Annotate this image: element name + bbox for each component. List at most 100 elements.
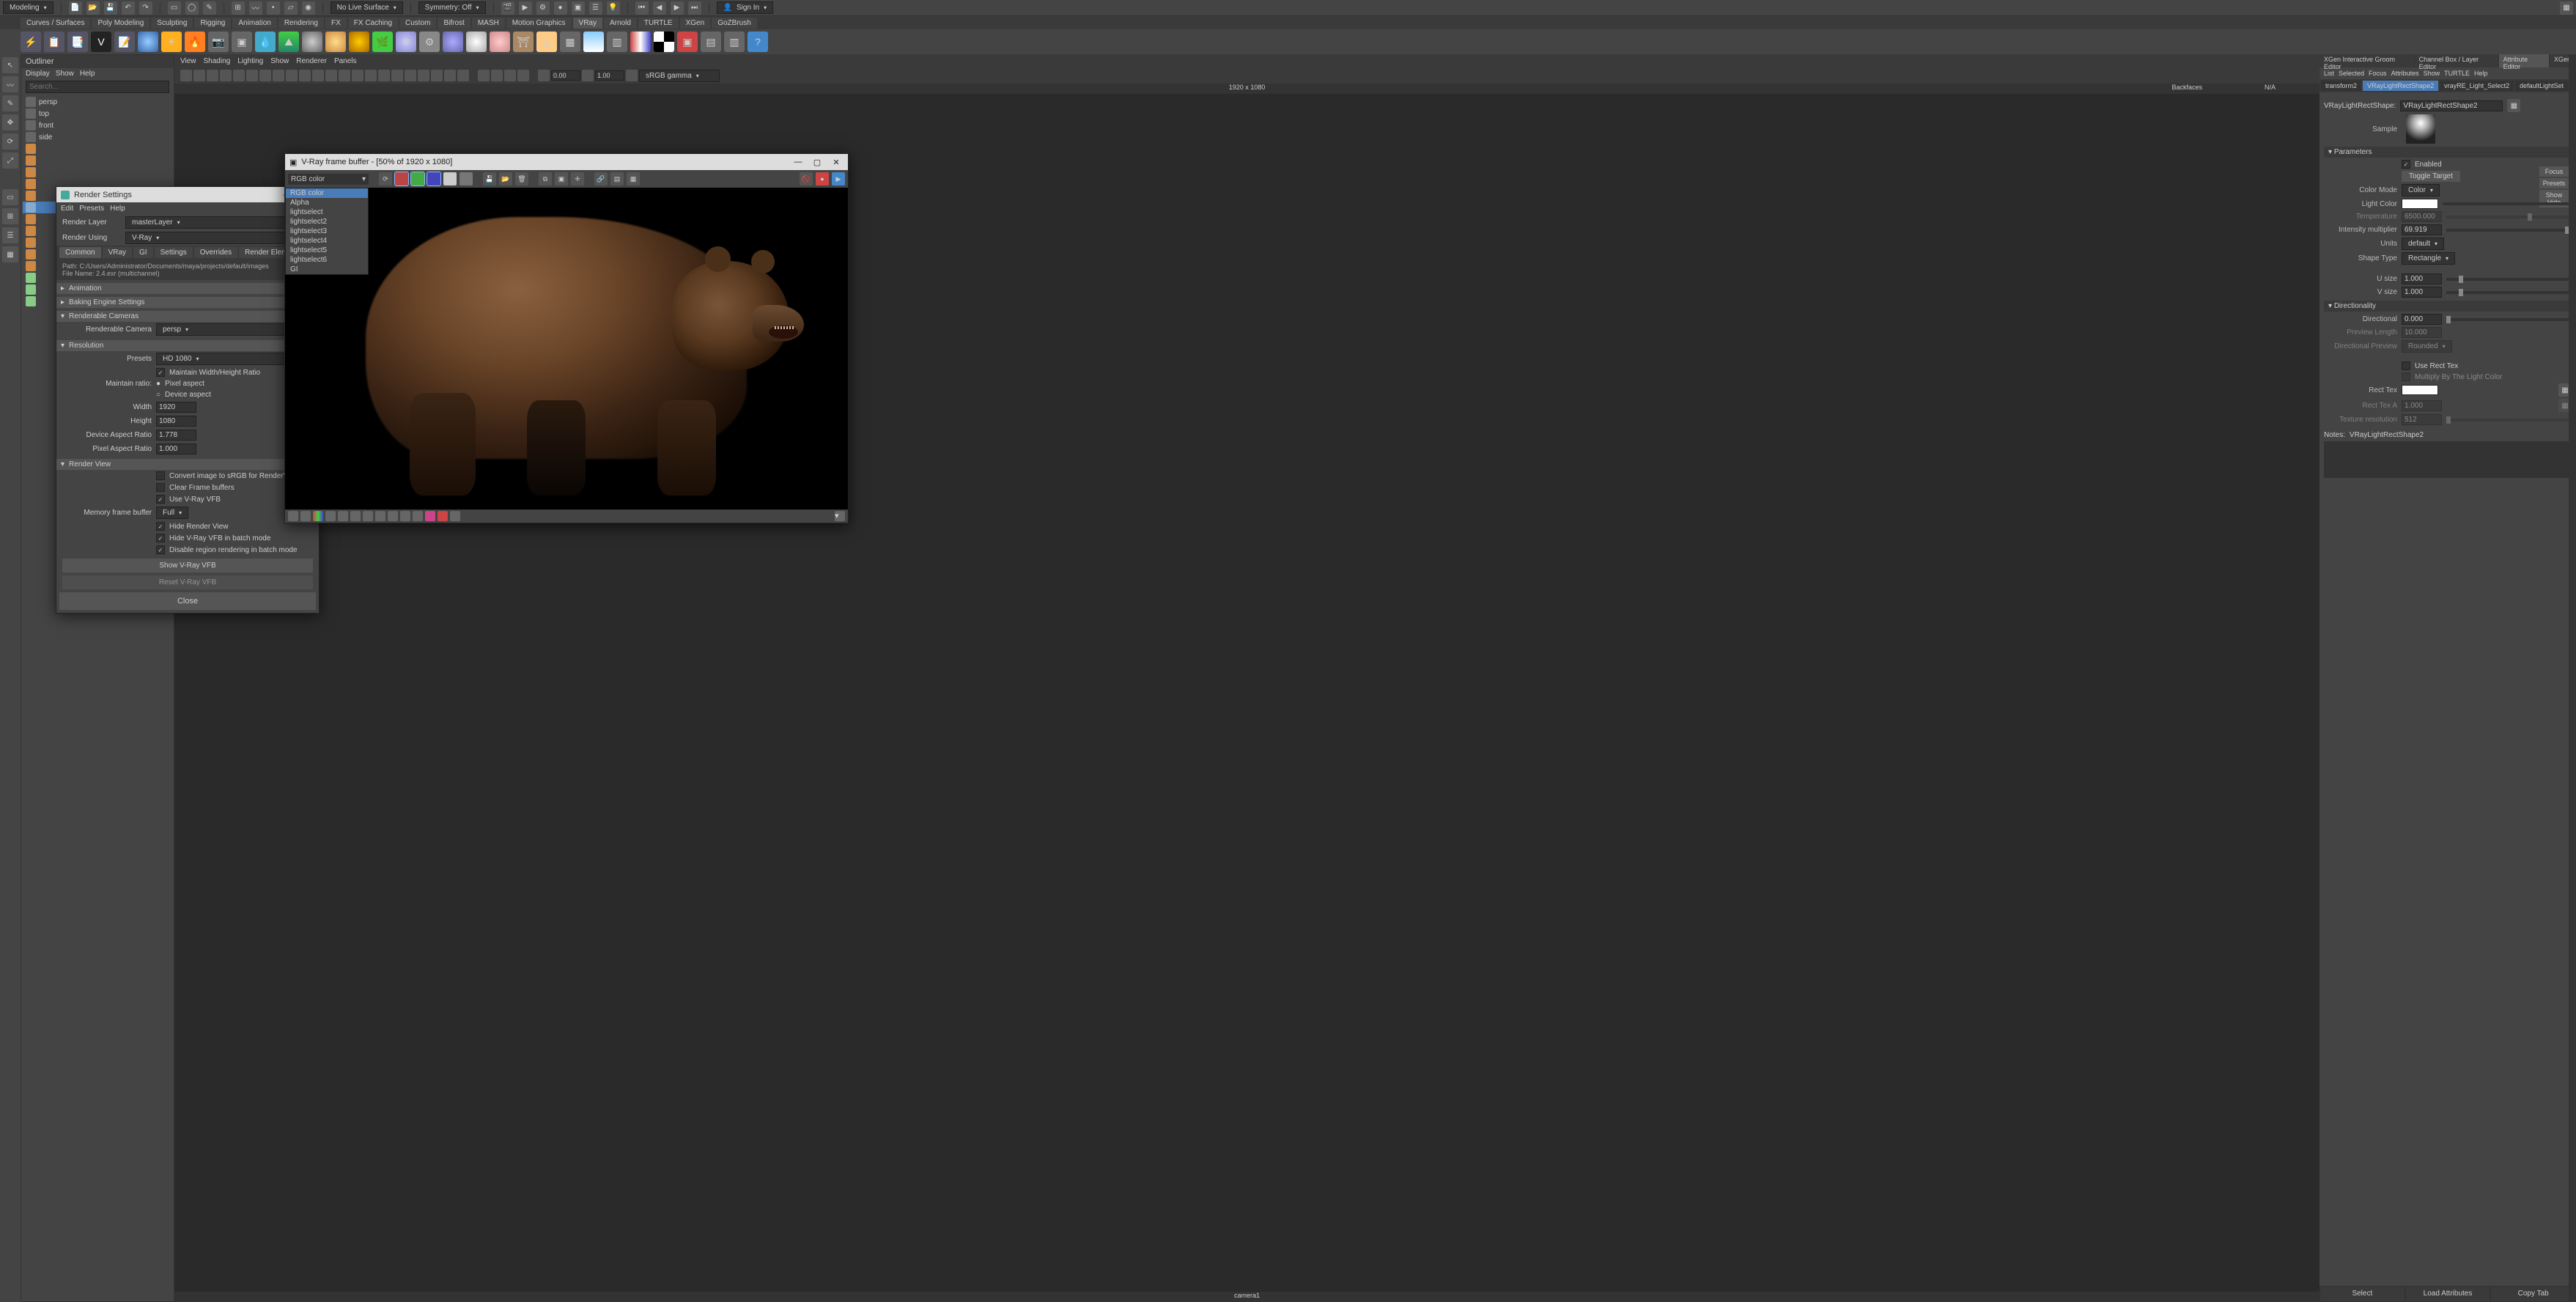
width-input[interactable] xyxy=(156,402,196,413)
vp-tool-icon[interactable] xyxy=(478,70,490,81)
directional-slider[interactable] xyxy=(2446,318,2572,321)
playback-start-icon[interactable]: ⏮ xyxy=(635,1,649,15)
outliner-item[interactable]: side xyxy=(23,131,172,143)
redo-icon[interactable]: ↷ xyxy=(139,1,152,15)
vray-shelf-icon[interactable] xyxy=(349,32,369,52)
shelf-tab[interactable]: Poly Modeling xyxy=(92,18,150,29)
vray-shelf-icon[interactable]: ▣ xyxy=(232,32,252,52)
usize-input[interactable] xyxy=(2402,273,2442,284)
intensity-slider[interactable] xyxy=(2446,229,2572,232)
vray-shelf-icon[interactable]: 📑 xyxy=(67,32,88,52)
shelf-tab[interactable]: Arnold xyxy=(604,18,637,29)
vray-shelf-icon[interactable]: ⚡ xyxy=(21,32,41,52)
rs-menu-edit[interactable]: Edit xyxy=(61,205,73,213)
vp-tool-icon[interactable] xyxy=(491,70,503,81)
vray-shelf-icon[interactable]: ▥ xyxy=(607,32,627,52)
blue-channel-icon[interactable] xyxy=(427,172,440,185)
stop-render-icon[interactable]: 🚫 xyxy=(800,172,813,185)
alpha-channel-icon[interactable] xyxy=(443,172,457,185)
intensity-input[interactable] xyxy=(2402,224,2442,235)
lasso-tool-icon[interactable]: 〰 xyxy=(2,76,18,92)
layout-outliner-icon[interactable]: ☰ xyxy=(2,227,18,243)
node-tab[interactable]: vrayRE_Light_Select2 xyxy=(2440,81,2514,91)
clone-icon[interactable]: ⧉ xyxy=(539,172,552,185)
vray-shelf-icon[interactable] xyxy=(443,32,463,52)
select-button[interactable]: Select xyxy=(2319,1286,2405,1302)
vsize-slider[interactable] xyxy=(2446,291,2572,294)
vfb-btool-icon[interactable] xyxy=(438,511,448,521)
vray-shelf-icon[interactable]: 📝 xyxy=(114,32,135,52)
outliner-item[interactable]: persp xyxy=(23,96,172,108)
vray-fire-icon[interactable]: 🔥 xyxy=(185,32,205,52)
outliner-item[interactable]: front xyxy=(23,119,172,131)
pixel-aspect-input[interactable] xyxy=(156,444,196,455)
exposure-input[interactable] xyxy=(551,70,580,81)
snap-live-icon[interactable]: ◉ xyxy=(302,1,315,15)
vray-shelf-icon[interactable] xyxy=(302,32,322,52)
paint-select-icon[interactable]: ✎ xyxy=(203,1,216,15)
rs-tab-overrides[interactable]: Overrides xyxy=(194,247,237,258)
vray-shelf-icon[interactable]: ▤ xyxy=(701,32,721,52)
vfb-btool-icon[interactable] xyxy=(325,511,336,521)
channel-item[interactable]: lightselect2 xyxy=(286,217,368,227)
vp-menu-panels[interactable]: Panels xyxy=(334,57,357,65)
vfb-btool-icon[interactable] xyxy=(313,511,323,521)
rs-tab-settings[interactable]: Settings xyxy=(155,247,193,258)
outliner-menu-display[interactable]: Display xyxy=(26,70,50,78)
channel-item[interactable]: Alpha xyxy=(286,198,368,207)
render-output-view[interactable] xyxy=(285,188,848,510)
paint-tool-icon[interactable]: ✎ xyxy=(2,95,18,111)
vfb-btool-icon[interactable] xyxy=(288,511,298,521)
shelf-tab[interactable]: MASH xyxy=(472,18,505,29)
snap-point-icon[interactable]: • xyxy=(267,1,280,15)
vray-checker-icon[interactable] xyxy=(654,32,674,52)
shelf-tab[interactable]: Rendering xyxy=(278,18,324,29)
vp-menu-show[interactable]: Show xyxy=(270,57,289,65)
vfb-btool-icon[interactable] xyxy=(350,511,361,521)
vp-tool-icon[interactable] xyxy=(504,70,516,81)
scale-tool-icon[interactable]: ⤢ xyxy=(2,152,18,169)
vray-shelf-icon[interactable] xyxy=(325,32,346,52)
colorspace-dropdown[interactable]: sRGB gamma xyxy=(639,70,720,82)
vray-shelf-icon[interactable] xyxy=(490,32,510,52)
vp-tool-icon[interactable] xyxy=(378,70,390,81)
vp-tool-icon[interactable] xyxy=(391,70,403,81)
outliner-search-input[interactable] xyxy=(26,81,169,93)
vp-menu-view[interactable]: View xyxy=(180,57,196,65)
vray-sphere-light-icon[interactable] xyxy=(138,32,158,52)
panel-tab[interactable]: Channel Box / Layer Editor xyxy=(2415,54,2499,67)
playback-end-icon[interactable]: ⏭ xyxy=(688,1,701,15)
shelf-tab[interactable]: Motion Graphics xyxy=(506,18,572,29)
shelf-tab[interactable]: TURTLE xyxy=(638,18,679,29)
playback-fwd-icon[interactable]: ▶ xyxy=(671,1,684,15)
symmetry-dropdown[interactable]: Symmetry: Off xyxy=(418,1,486,14)
layout-persp-icon[interactable]: ▦ xyxy=(2,246,18,262)
vp-tool-icon[interactable] xyxy=(405,70,416,81)
rs-section-animation[interactable]: ▸ Animation xyxy=(56,283,319,294)
ae-menu[interactable]: Attributes xyxy=(2391,70,2419,77)
playback-rev-icon[interactable]: ◀ xyxy=(653,1,666,15)
scrollbar[interactable] xyxy=(2569,54,2576,1302)
shelf-tab[interactable]: Rigging xyxy=(194,18,231,29)
undo-icon[interactable]: ↶ xyxy=(122,1,135,15)
vfb-titlebar[interactable]: ▣ V-Ray frame buffer - [50% of 1920 x 10… xyxy=(285,154,848,170)
vp-menu-lighting[interactable]: Lighting xyxy=(237,57,263,65)
gamma-input[interactable] xyxy=(595,70,624,81)
outliner-item[interactable] xyxy=(23,143,172,155)
green-channel-icon[interactable] xyxy=(411,172,424,185)
shelf-tab[interactable]: FX Caching xyxy=(348,18,398,29)
vfb-btool-icon[interactable] xyxy=(400,511,410,521)
render-setup-icon[interactable]: ☰ xyxy=(589,1,602,15)
toggle-target-button[interactable]: Toggle Target xyxy=(2402,171,2460,182)
vray-shelf-icon[interactable] xyxy=(583,32,604,52)
ae-menu[interactable]: TURTLE xyxy=(2444,70,2470,77)
vp-tool-icon[interactable] xyxy=(457,70,469,81)
copy-tab-button[interactable]: Copy Tab xyxy=(2490,1286,2576,1302)
shelf-tab[interactable]: Bifrost xyxy=(438,18,470,29)
vray-shelf-icon[interactable]: △ xyxy=(536,32,557,52)
vfb-btool-icon[interactable] xyxy=(413,511,423,521)
use-rect-tex-checkbox[interactable] xyxy=(2402,361,2410,370)
vp-tool-icon[interactable] xyxy=(259,70,271,81)
vfb-btool-icon[interactable] xyxy=(450,511,460,521)
units-dropdown[interactable]: default xyxy=(2402,238,2444,250)
